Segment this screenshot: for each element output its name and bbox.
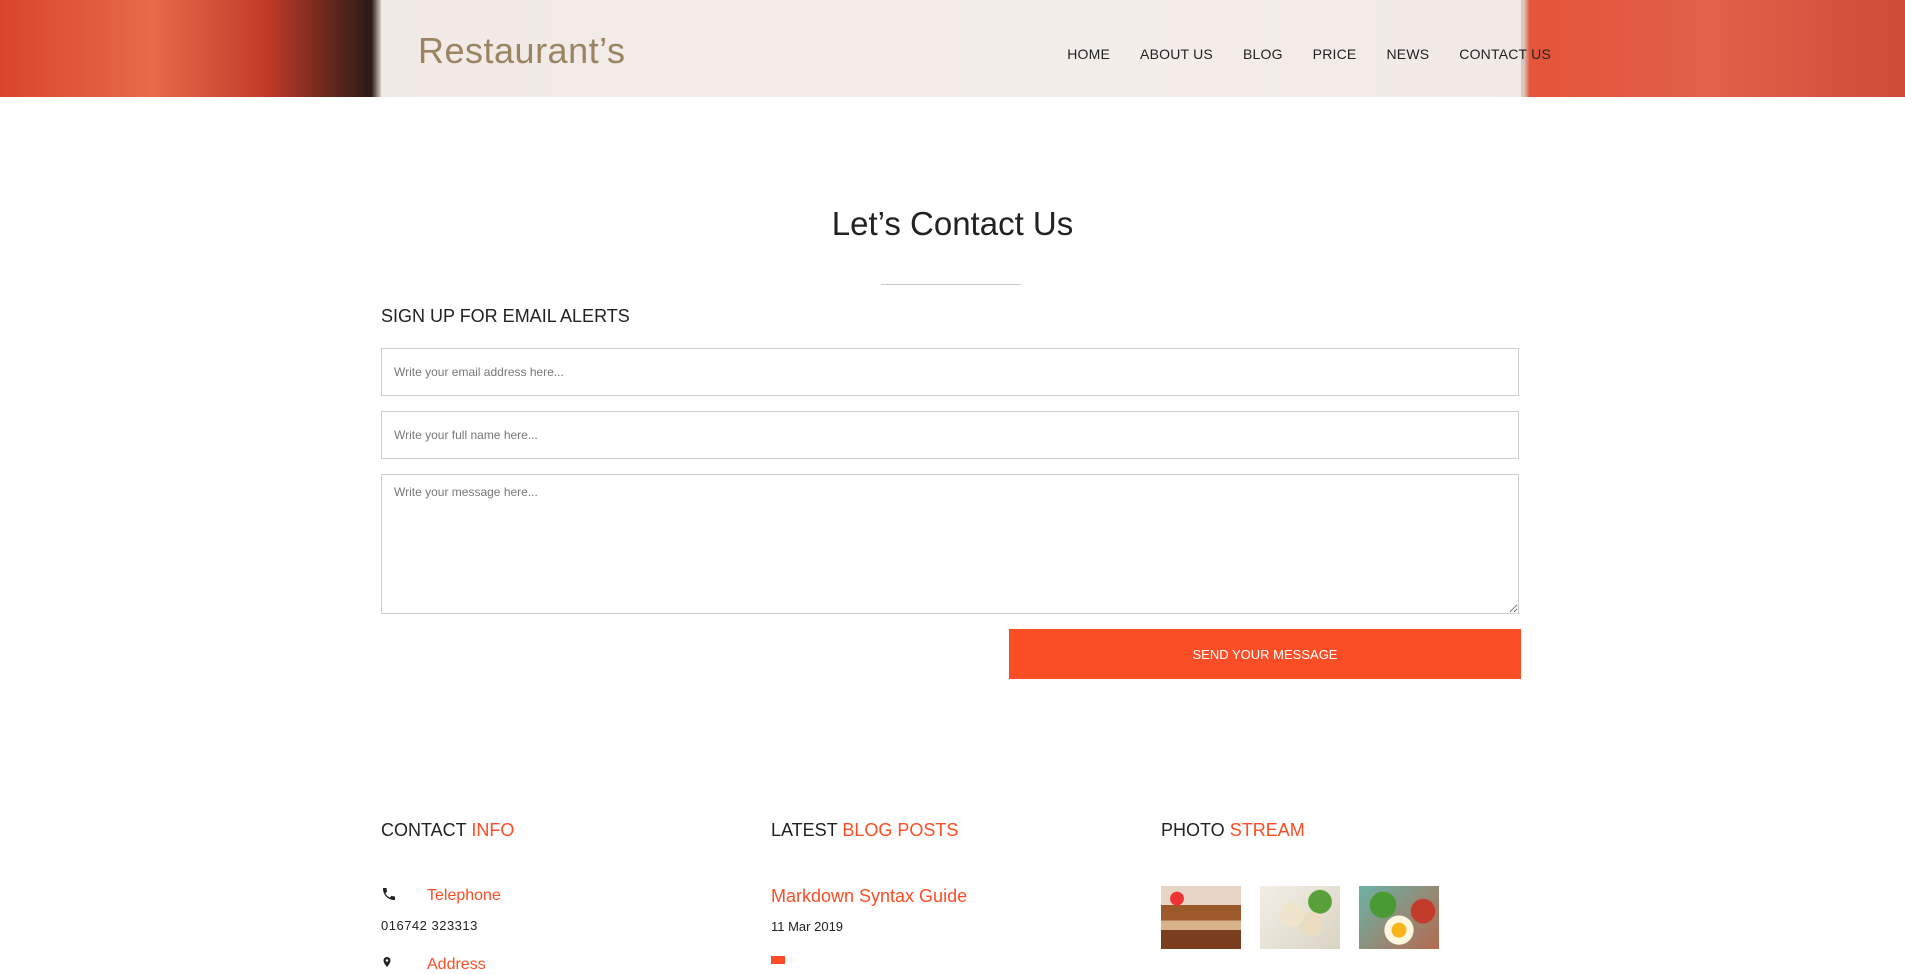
form-heading: SIGN UP FOR EMAIL ALERTS [381,306,630,326]
address-label: Address [427,956,486,973]
send-message-button[interactable]: SEND YOUR MESSAGE [1009,629,1521,679]
header-banner: Restaurant’s HOME ABOUT US BLOG PRICE NE… [0,0,1905,97]
map-pin-icon [383,957,391,967]
telephone-value[interactable]: 016742 323313 [381,918,478,933]
photo-stream-image-dumplings[interactable] [1260,886,1340,949]
blog-post-date: 11 Mar 2019 [771,919,844,934]
photo-stream-image-cake[interactable] [1161,886,1241,949]
title-divider [881,284,1021,285]
main-nav: HOME ABOUT US BLOG PRICE NEWS CONTACT US [1037,46,1551,62]
email-field[interactable] [381,348,1519,396]
nav-about-us[interactable]: ABOUT US [1140,46,1213,62]
nav-news[interactable]: NEWS [1386,46,1429,62]
telephone-label: Telephone [427,887,501,904]
photo-stream-image-breakfast[interactable] [1359,886,1439,949]
photo-stream-heading: PHOTO STREAM [1161,820,1305,841]
next-post-title-partial[interactable] [771,956,785,964]
nav-contact-us[interactable]: CONTACT US [1459,46,1551,62]
blog-post-title[interactable]: Markdown Syntax Guide [771,886,967,907]
blog-heading-main: LATEST [771,820,843,840]
site-logo[interactable]: Restaurant’s [418,30,625,72]
contact-info-heading: CONTACT INFO [381,820,514,841]
blog-heading-accent: BLOG POSTS [842,820,959,840]
page-title: Let’s Contact Us [831,205,1074,242]
contact-heading-main: CONTACT [381,820,472,840]
nav-price[interactable]: PRICE [1313,46,1357,62]
message-textarea[interactable] [381,474,1519,614]
latest-blog-heading: LATEST BLOG POSTS [771,820,958,841]
nav-home[interactable]: HOME [1067,46,1110,62]
nav-blog[interactable]: BLOG [1243,46,1283,62]
full-name-field[interactable] [381,411,1519,459]
photo-heading-accent: STREAM [1229,820,1305,840]
phone-icon [383,888,395,900]
photo-heading-main: PHOTO [1161,820,1230,840]
contact-heading-accent: INFO [471,820,515,840]
